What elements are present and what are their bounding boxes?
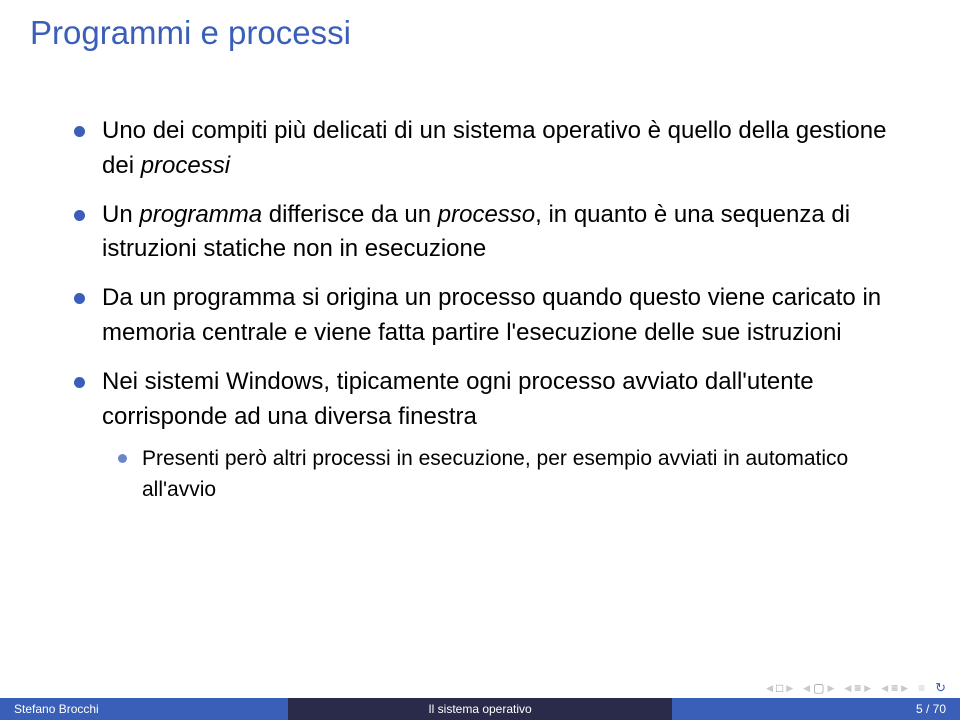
nav-section-icon[interactable]: ≡ [918,682,925,694]
footer-page: 5 / 70 [672,698,960,720]
nav-refresh-icon[interactable]: ↻ [935,680,946,696]
bullet-item: Da un programma si origina un processo q… [74,281,910,351]
bullet-item: Un programma differisce da un processo, … [74,198,910,268]
footer-author: Stefano Brocchi [0,698,288,720]
nav-back-icon[interactable]: ◀≡▶ [844,682,871,694]
nav-icons: ◀□▶ ◀▢▶ ◀≡▶ ◀≡▶ ≡ ↻ [766,680,946,696]
footer: Stefano Brocchi Il sistema operativo 5 /… [0,698,960,720]
bullet-item: Uno dei compiti più delicati di un siste… [74,114,910,184]
slide-content: Uno dei compiti più delicati di un siste… [0,74,960,505]
sub-bullet-item: Presenti però altri processi in esecuzio… [118,444,910,505]
nav-first-icon[interactable]: ◀□▶ [766,682,793,694]
footer-title: Il sistema operativo [288,698,672,720]
nav-prev-icon[interactable]: ◀▢▶ [803,682,834,694]
bullet-item: Nei sistemi Windows, tipicamente ogni pr… [74,365,910,505]
slide-title: Programmi e processi [0,0,960,74]
nav-next-icon[interactable]: ◀≡▶ [881,682,908,694]
